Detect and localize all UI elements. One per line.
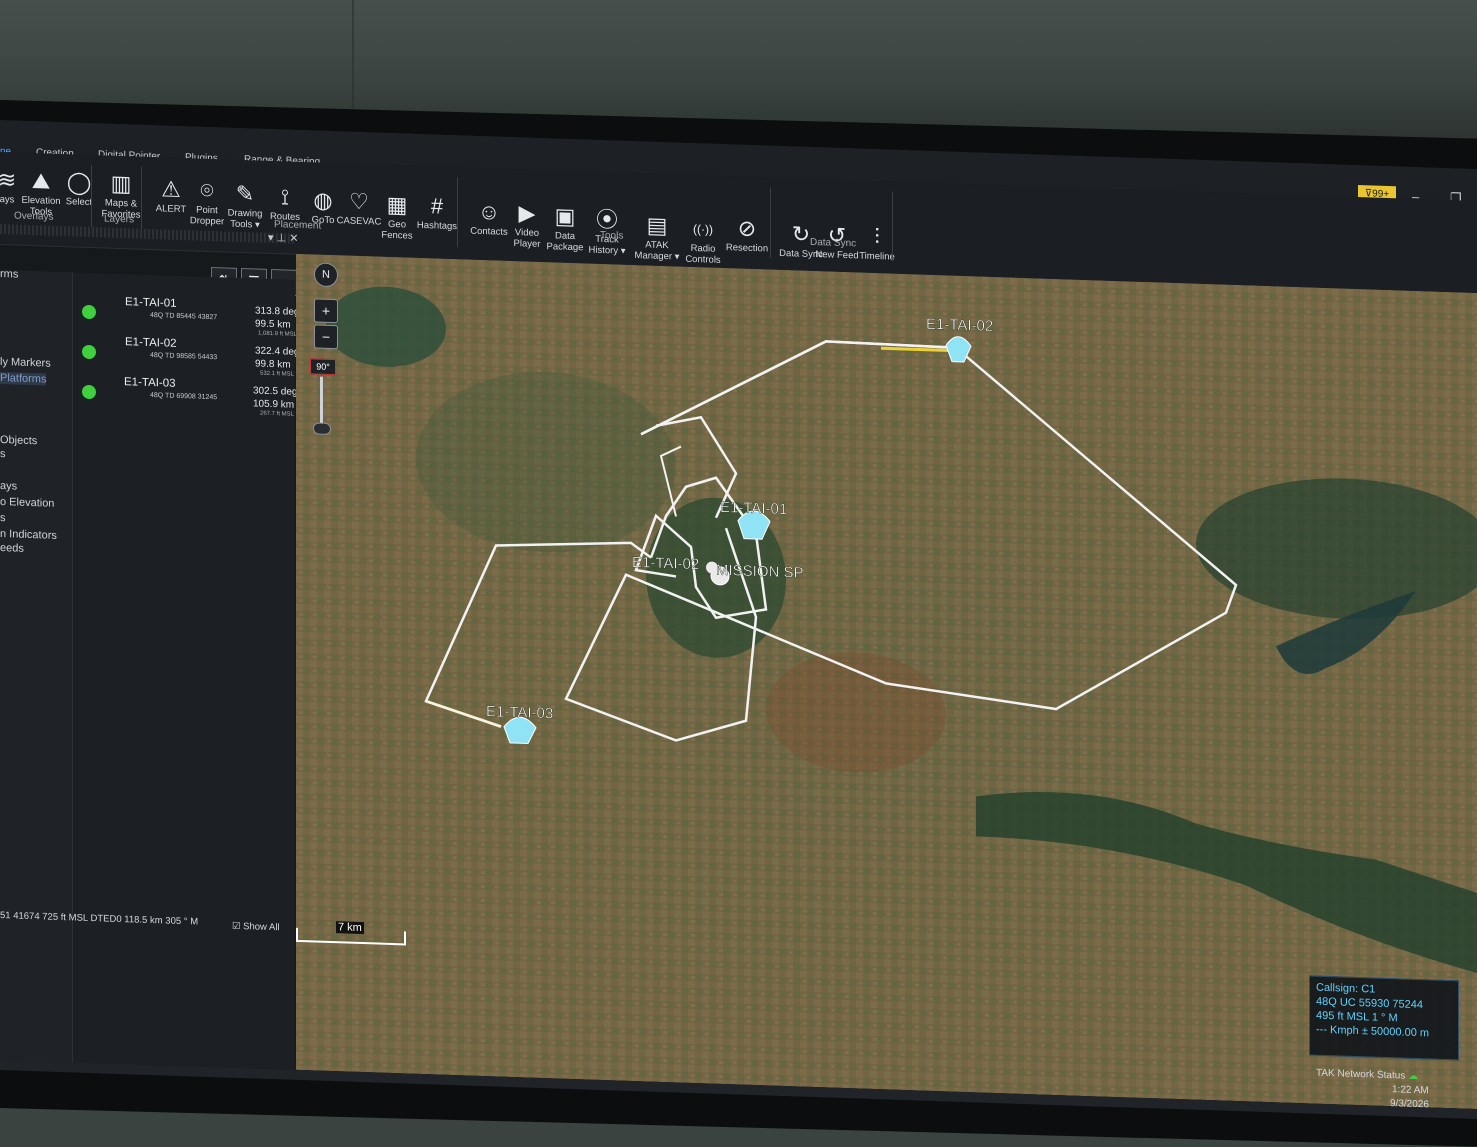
tray-date: 9/3/2026 — [1390, 1098, 1429, 1111]
tool-label: Radio Controls — [685, 242, 721, 266]
platform-name[interactable]: E1-TAI-01 — [125, 296, 177, 310]
tool-label: Contacts — [470, 225, 508, 238]
zoom-out-label: − — [321, 328, 331, 345]
label-tai03: E1-TAI-03 — [486, 703, 553, 722]
nav-item-platforms[interactable]: Platforms — [0, 372, 47, 386]
radio-icon: ((·)) — [693, 221, 713, 237]
wall-seam — [352, 0, 354, 110]
tool-label: Geo Fences — [381, 218, 413, 242]
platform-name[interactable]: E1-TAI-03 — [124, 376, 176, 390]
label-mission-sp: MISSION SP — [716, 562, 804, 582]
tool-label: ATAK Manager ▾ — [634, 239, 680, 263]
platform-name[interactable]: E1-TAI-02 — [125, 336, 177, 350]
platform-bearing: 313.8 deg — [255, 305, 300, 318]
nav-item-markers[interactable]: ly Markers — [0, 356, 51, 370]
network-cloud-icon: ☁ — [1408, 1070, 1419, 1083]
tool-hashtag[interactable]: # Hashtags — [414, 192, 460, 233]
ribbon-separator — [91, 165, 92, 236]
tool-label: ays — [0, 193, 15, 206]
map-view[interactable]: E1-TAI-02 E1-TAI-01 E1-TAI-03 E1-TAI-02 … — [296, 253, 1477, 1109]
panel-pin-icon[interactable]: ▾ ⊥ ✕ — [268, 231, 298, 245]
tool-label: Data Package — [546, 230, 584, 254]
screen: ne Creation Digital Pointer Plugins Rang… — [0, 120, 1477, 1119]
nav-item-elevation[interactable]: o Elevation — [0, 496, 54, 510]
tool-label: Resection — [725, 242, 769, 255]
tool-label: Drawing Tools ▾ — [227, 207, 263, 231]
zoom-out-button[interactable]: − — [314, 324, 338, 350]
tool-lasso[interactable]: ◯ Select — [56, 168, 102, 209]
platform-distance: 105.9 km — [253, 398, 295, 411]
tilt-slider-handle[interactable] — [313, 422, 331, 435]
zoom-in-button[interactable]: + — [314, 298, 338, 324]
tool-label: New Feed — [815, 249, 859, 262]
group-label-tools: Tools — [600, 229, 624, 242]
compass-button[interactable]: N — [314, 262, 338, 288]
self-position-box[interactable]: Callsign: C1 48Q UC 55930 75244 495 ft M… — [1309, 975, 1459, 1061]
group-label-layers: Layers — [104, 213, 135, 226]
package-icon: ▣ — [554, 203, 576, 230]
scale-label: 7 km — [336, 921, 364, 935]
group-label-data-sync: Data Sync — [810, 236, 857, 250]
show-all-checkbox[interactable]: ☑ Show All — [232, 921, 280, 934]
nav-item-ays[interactable]: ays — [0, 480, 17, 493]
nav-item-s[interactable]: s — [0, 448, 6, 460]
tool-manager[interactable]: ▤ ATAK Manager ▾ — [634, 211, 680, 263]
tool-label: Point Dropper — [189, 204, 225, 228]
tool-label: Video Player — [513, 227, 541, 250]
manager-icon: ▤ — [646, 212, 668, 239]
lasso-icon: ◯ — [66, 169, 92, 196]
map-icon: ▥ — [110, 170, 132, 197]
platform-bearing: 322.4 deg — [255, 345, 300, 358]
nav-item-objects[interactable]: Objects — [0, 434, 37, 447]
map-canvas[interactable]: E1-TAI-02 E1-TAI-01 E1-TAI-03 E1-TAI-02 … — [296, 253, 1477, 1109]
tilt-indicator[interactable]: 90° — [310, 358, 336, 376]
show-all-label: Show All — [243, 921, 280, 934]
tool-package[interactable]: ▣ Data Package — [542, 202, 588, 254]
nav-item-indicators[interactable]: n Indicators — [0, 528, 57, 542]
nav-item-forms[interactable]: rms — [0, 268, 18, 281]
hashtag-icon: # — [430, 193, 444, 219]
nav-item-s2[interactable]: s — [0, 512, 6, 524]
group-label-placement: Placement — [274, 219, 322, 232]
status-dot — [82, 344, 96, 360]
zoom-in-label: + — [321, 302, 331, 319]
label-tai02-mid: E1-TAI-02 — [632, 554, 699, 573]
tool-label: ALERT — [155, 203, 187, 216]
label-tai01: E1-TAI-01 — [720, 499, 787, 518]
ribbon-separator — [457, 177, 458, 248]
tool-label: Select — [65, 196, 93, 209]
resection-icon: ⊘ — [737, 215, 757, 242]
overlay-nav: rms ly Markers Platforms Objects s ays o… — [0, 268, 73, 1063]
tool-label: Hashtags — [416, 219, 458, 233]
group-label-overlays: Overlays — [14, 210, 54, 223]
ribbon-separator — [892, 191, 893, 262]
platform-altitude: 1,081.9 ft MSL — [258, 330, 298, 338]
ribbon-separator — [141, 166, 142, 237]
platform-distance: 99.8 km — [255, 358, 291, 371]
tilt-label: 90° — [316, 361, 330, 372]
platform-altitude: 532.1 ft MSL — [260, 370, 295, 378]
tool-label: Timeline — [859, 250, 895, 263]
status-dot — [82, 304, 96, 320]
platform-distance: 99.5 km — [255, 318, 291, 331]
tool-radio[interactable]: ((·)) Radio Controls — [680, 215, 726, 267]
compass-label: N — [322, 268, 330, 281]
tool-timeline[interactable]: ⫶ Timeline — [854, 222, 900, 263]
status-dot — [82, 384, 96, 400]
nav-item-feeds[interactable]: eeds — [0, 542, 24, 555]
platform-bearing: 302.5 deg — [253, 385, 298, 398]
tray-time: 1:22 AM — [1392, 1084, 1429, 1097]
platform-altitude: 267.7 ft MSL — [260, 410, 295, 418]
ribbon-separator — [770, 187, 771, 258]
tool-resection[interactable]: ⊘ Resection — [724, 214, 770, 255]
label-tai02: E1-TAI-02 — [926, 316, 993, 335]
timeline-icon: ⫶ — [874, 224, 880, 250]
